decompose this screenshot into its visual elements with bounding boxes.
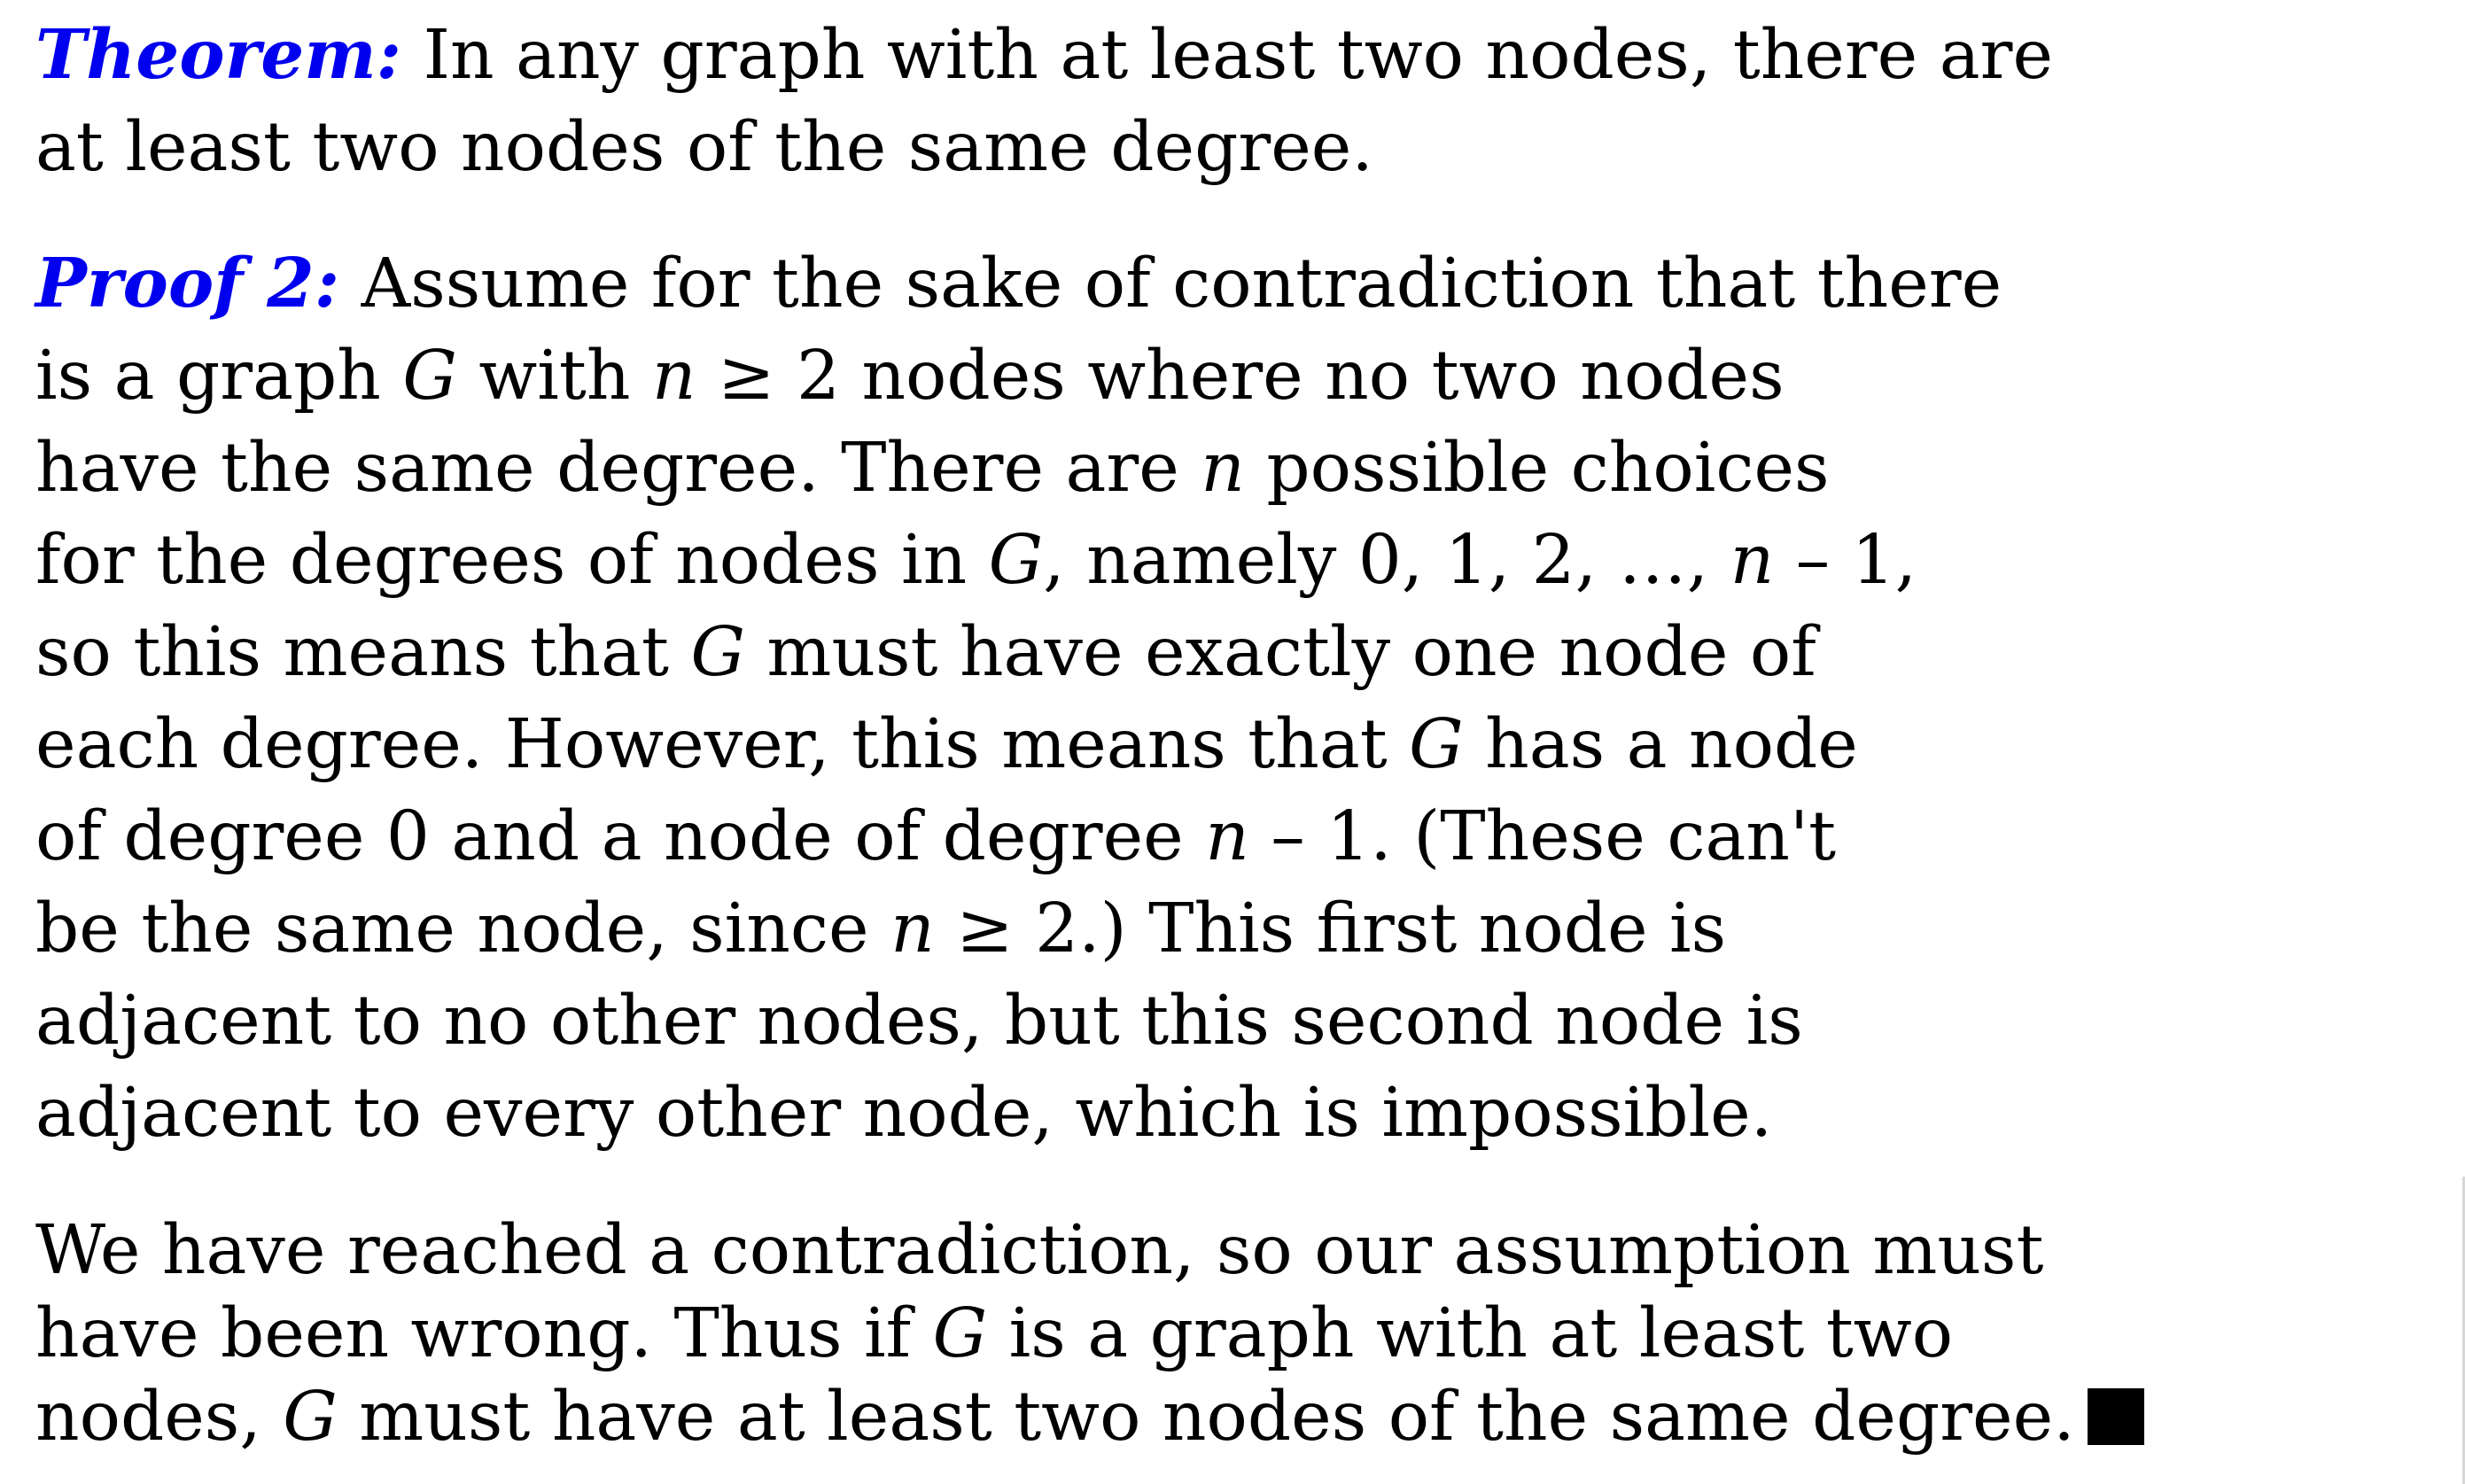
proof-body: Proof 2: Assume for the sake of contradi…: [35, 237, 2430, 1160]
variable-G: G: [283, 1378, 338, 1457]
proof-line-2: is a graph G with n ≥ 2 nodes where no t…: [35, 337, 1785, 416]
conclusion-line-1: We have reached a contradiction, so our …: [35, 1211, 2044, 1290]
variable-n: n: [1205, 797, 1249, 876]
proof-line-7: of degree 0 and a node of degree n – 1. …: [35, 797, 1837, 876]
proof-label: Proof 2:: [35, 244, 340, 323]
conclusion-line-2: have been wrong. Thus if G is a graph wi…: [35, 1294, 1954, 1373]
variable-n: n: [1201, 429, 1245, 508]
proof-line-5: so this means that G must have exactly o…: [35, 613, 1816, 692]
proof-line-3: have the same degree. There are n possib…: [35, 429, 1830, 508]
variable-G: G: [1409, 705, 1464, 784]
variable-G: G: [690, 613, 745, 692]
theorem-label: Theorem:: [35, 15, 402, 95]
proof-line-8: be the same node, since n ≥ 2.) This fir…: [35, 890, 1727, 968]
variable-G: G: [988, 521, 1044, 600]
proof-line-6: each degree. However, this means that G …: [35, 705, 1858, 784]
qed-square-icon: [2087, 1388, 2144, 1445]
proof-line-1: Proof 2: Assume for the sake of contradi…: [35, 244, 2002, 323]
variable-G: G: [402, 337, 457, 416]
variable-n: n: [890, 890, 935, 968]
theorem-statement: Theorem: In any graph with at least two …: [35, 9, 2430, 194]
proof-line-9: adjacent to no other nodes, but this sec…: [35, 982, 1803, 1061]
proof-conclusion: We have reached a contradiction, so our …: [35, 1209, 2430, 1459]
variable-n: n: [651, 337, 696, 416]
theorem-line-1: Theorem: In any graph with at least two …: [35, 15, 2054, 95]
variable-G: G: [932, 1294, 988, 1373]
proof-line-4: for the degrees of nodes in G, namely 0,…: [35, 521, 1917, 600]
conclusion-line-3: nodes, G must have at least two nodes of…: [35, 1376, 2430, 1459]
proof-line-10: adjacent to every other node, which is i…: [35, 1074, 1773, 1153]
variable-n: n: [1730, 521, 1775, 600]
theorem-line-2: at least two nodes of the same degree.: [35, 108, 1373, 187]
